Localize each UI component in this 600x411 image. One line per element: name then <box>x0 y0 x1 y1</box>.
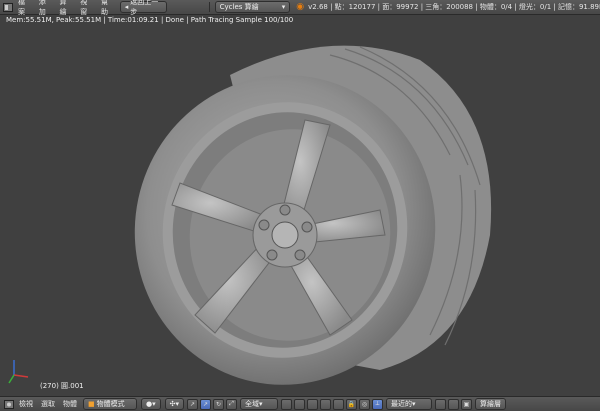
project-toggle[interactable] <box>448 398 460 410</box>
3d-viewport[interactable] <box>0 15 600 396</box>
viewport-header: 檢視 選取 物體 ■ 物體模式 ● ▾ ✣ ▾ ↗ ↗ ↻ ⤢ 全域 ▾ 🔒 ◎ ⟂ … <box>0 396 600 411</box>
render-info: Mem:55.51M, Peak:55.51M | Time:01:09.21 … <box>6 16 294 24</box>
layer-5[interactable] <box>333 398 345 410</box>
wheel-render <box>8 45 492 385</box>
menu-object[interactable]: 物體 <box>59 399 81 409</box>
object-label: (270) 圓.001 <box>40 382 84 390</box>
separator <box>208 2 210 12</box>
back-arrow-icon: ◂ <box>124 3 129 11</box>
mode-select[interactable]: ■ 物體模式 <box>83 398 137 410</box>
pivot-select[interactable]: ✣ ▾ <box>164 398 185 410</box>
snap-target-select[interactable]: 最近的 ▾ <box>386 398 433 410</box>
translate-toggle[interactable]: ↗ <box>200 398 212 410</box>
render-layer-label: 算繪層 <box>480 400 502 408</box>
layer-3[interactable] <box>307 398 319 410</box>
lock-toggle[interactable]: 🔒 <box>346 398 358 410</box>
snap-toggle[interactable]: ⟂ <box>372 398 384 410</box>
chevron-down-icon: ▾ <box>281 3 286 11</box>
render-engine-label: Cycles 算繪 <box>219 3 259 11</box>
align-rotation-toggle[interactable] <box>435 398 447 410</box>
shading-sphere-icon: ● <box>146 400 153 408</box>
scale-toggle[interactable]: ⤢ <box>226 398 238 410</box>
snap-target-label: 最近的 <box>391 400 413 408</box>
layer-2[interactable] <box>294 398 306 410</box>
menu-view[interactable]: 檢視 <box>15 399 37 409</box>
scene-stats: v2.68 | 點：120177 | 面：99972 | 三角：200088 |… <box>308 3 600 11</box>
blender-logo-icon: ◉ <box>296 2 305 12</box>
render-engine-select[interactable]: Cycles 算繪 ▾ <box>214 1 291 13</box>
object-mode-icon: ■ <box>88 400 95 408</box>
manipulator-toggle[interactable]: ↗ <box>187 398 199 410</box>
axis-gizmo <box>8 360 29 384</box>
camera-icon[interactable]: ▣ <box>461 398 473 410</box>
orientation-label: 全域 <box>245 400 260 408</box>
layer-4[interactable] <box>320 398 332 410</box>
shading-select[interactable]: ● ▾ <box>141 398 161 410</box>
editor-type-icon[interactable] <box>3 399 15 409</box>
layer-1[interactable] <box>281 398 293 410</box>
proportional-edit-toggle[interactable]: ◎ <box>359 398 371 410</box>
pivot-icon: ✣ <box>169 400 176 408</box>
editor-type-icon[interactable] <box>3 2 14 12</box>
mode-label: 物體模式 <box>96 400 125 408</box>
info-header: 檔案 添加 算繪 視窗 幫助 ◂ 返回上一步 Cycles 算繪 ▾ ◉ v2.… <box>0 0 600 16</box>
menu-select[interactable]: 選取 <box>37 399 59 409</box>
rotate-toggle[interactable]: ↻ <box>213 398 225 410</box>
undo-button[interactable]: ◂ 返回上一步 <box>119 0 167 16</box>
orientation-select[interactable]: 全域 ▾ <box>240 398 279 410</box>
render-layer-button[interactable]: 算繪層 <box>475 398 507 410</box>
